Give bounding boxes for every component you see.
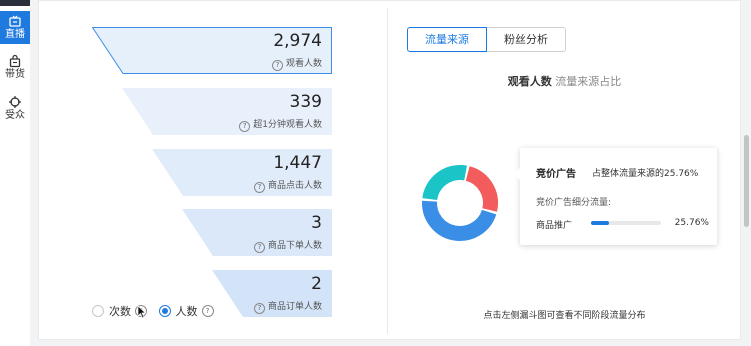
funnel-stage-views[interactable]: 2,974 ? 观看人数 [92, 27, 332, 74]
nav-item-audience[interactable]: 受众 [0, 95, 30, 122]
mouse-pointer-icon [137, 305, 147, 319]
funnel-label: ? 超1分钟观看人数 [239, 117, 322, 132]
funnel-hint: 点击左侧漏斗图可查看不同阶段流量分布 [483, 311, 646, 321]
funnel-value: 339 [289, 92, 322, 112]
broadcast-icon [9, 15, 21, 27]
donut-title-main: 观看人数 [507, 75, 552, 88]
funnel-value: 2 [311, 274, 322, 294]
count-mode-group: 次数? 人数? [92, 303, 214, 319]
funnel-label-text: 超1分钟观看人数 [253, 120, 322, 130]
nav-label-live: 直播 [5, 29, 25, 40]
radio-circle[interactable] [92, 305, 104, 317]
tooltip-item-percent: 25.76% [674, 218, 709, 228]
funnel-value: 1,447 [273, 153, 322, 173]
tooltip-item-bar [591, 221, 661, 225]
left-nav: 直播 带货 受众 [0, 0, 31, 346]
funnel-label-text: 商品订单人数 [267, 302, 322, 312]
nav-label-goods: 带货 [5, 69, 25, 80]
panel-divider [387, 8, 388, 334]
nav-label-audience: 受众 [5, 110, 25, 121]
donut-slice-0[interactable] [465, 166, 498, 212]
help-icon: ? [253, 242, 265, 253]
funnel-stage-1min-views[interactable]: 339 ? 超1分钟观看人数 [122, 88, 332, 135]
tooltip-item-bar-fill [591, 221, 610, 225]
tooltip-subtitle: 竞价广告细分流量: [536, 198, 612, 208]
tooltip-share: 占整体流量来源的25.76% [592, 169, 699, 179]
donut-slice-2[interactable] [422, 165, 467, 201]
help-icon: ? [253, 182, 265, 193]
help-icon: ? [239, 121, 251, 132]
tab-traffic-source[interactable]: 流量来源 [407, 27, 487, 52]
radio-people[interactable]: 人数? [158, 303, 214, 319]
funnel-stage-orders[interactable]: 2 ? 商品订单人数 [212, 270, 332, 317]
shopping-bag-icon [9, 54, 21, 68]
radio-label: 次数 [109, 305, 131, 318]
donut-title-sub: 流量来源占比 [555, 75, 622, 88]
funnel-label: ? 商品下单人数 [253, 238, 322, 253]
donut-slice-1[interactable] [422, 200, 497, 241]
help-icon: ? [271, 60, 283, 71]
nav-gutter [30, 0, 38, 346]
help-icon: ? [253, 303, 265, 314]
funnel-stage-product-clicks[interactable]: 1,447 ? 商品点击人数 [152, 149, 332, 196]
funnel-label: ? 商品点击人数 [253, 178, 322, 193]
analysis-tabs: 流量来源 粉丝分析 [407, 27, 566, 52]
funnel-stage-orders-placed[interactable]: 3 ? 商品下单人数 [182, 209, 332, 256]
nav-item-live[interactable]: 直播 [0, 11, 30, 44]
funnel-label-text: 观看人数 [285, 59, 322, 69]
radio-circle[interactable] [158, 305, 171, 317]
donut-title: 观看人数 流量来源占比 [388, 73, 741, 89]
nav-item-goods[interactable]: 带货 [0, 54, 30, 81]
crosshair-icon [9, 96, 21, 108]
funnel-label-text: 商品下单人数 [267, 241, 322, 251]
tooltip-arrow [514, 168, 520, 180]
funnel-label: ? 商品订单人数 [253, 299, 322, 314]
funnel-label: ? 观看人数 [271, 56, 322, 71]
nav-top-bar [0, 0, 30, 6]
funnel-value: 2,974 [273, 31, 322, 51]
radio-label: 人数 [175, 305, 198, 318]
tooltip-title: 竞价广告 [536, 169, 576, 180]
slice-tooltip: 竞价广告 占整体流量来源的25.76% 竞价广告细分流量: 商品推广 25.76… [514, 148, 717, 245]
traffic-source-donut[interactable] [410, 153, 510, 253]
tooltip-item-label: 商品推广 [536, 221, 573, 231]
funnel-label-text: 商品点击人数 [267, 181, 322, 191]
help-icon[interactable]: ? [201, 305, 214, 317]
tab-fan-analysis[interactable]: 粉丝分析 [487, 27, 566, 52]
scrollbar-thumb[interactable] [744, 135, 749, 227]
funnel-value: 3 [311, 213, 322, 233]
